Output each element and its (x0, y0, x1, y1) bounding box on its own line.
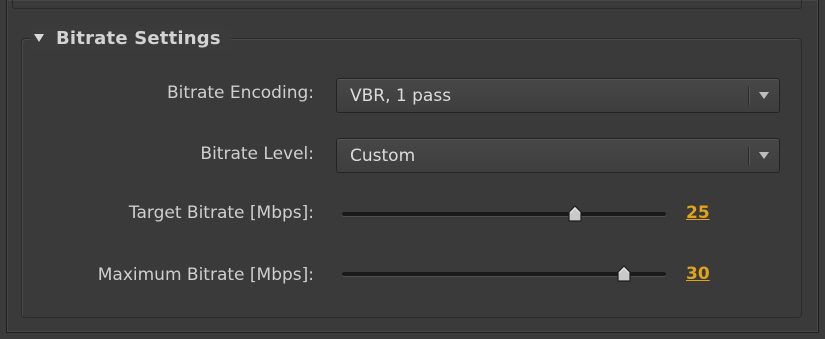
bitrate-encoding-value: VBR, 1 pass (350, 85, 452, 106)
bitrate-encoding-label: Bitrate Encoding: (166, 83, 314, 103)
previous-section-edge (12, 0, 802, 9)
chevron-down-icon[interactable] (749, 79, 779, 112)
chevron-down-icon[interactable] (749, 139, 779, 172)
bitrate-settings-header[interactable]: Bitrate Settings (30, 26, 231, 50)
bitrate-level-dropdown[interactable]: Custom (336, 138, 780, 173)
maximum-bitrate-slider[interactable] (342, 264, 666, 284)
target-bitrate-label: Target Bitrate [Mbps]: (128, 203, 314, 223)
bitrate-encoding-dropdown[interactable]: VBR, 1 pass (336, 78, 780, 113)
target-bitrate-slider[interactable] (342, 204, 666, 224)
slider-track[interactable] (342, 212, 666, 216)
section-title: Bitrate Settings (56, 27, 221, 49)
maximum-bitrate-value[interactable]: 30 (686, 264, 710, 284)
target-bitrate-value[interactable]: 25 (686, 203, 710, 223)
disclosure-triangle-icon[interactable] (34, 34, 44, 42)
bitrate-level-label: Bitrate Level: (200, 144, 314, 164)
slider-thumb-icon[interactable] (615, 265, 633, 283)
bitrate-level-value: Custom (350, 145, 416, 166)
maximum-bitrate-label: Maximum Bitrate [Mbps]: (97, 265, 314, 285)
slider-thumb-icon[interactable] (566, 205, 584, 223)
